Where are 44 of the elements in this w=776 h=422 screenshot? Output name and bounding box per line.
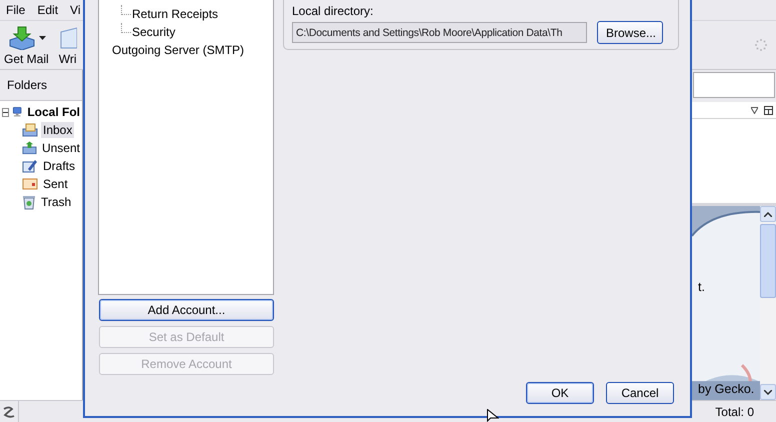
column-picker-icon (764, 106, 773, 114)
scroll-down-button[interactable] (760, 384, 776, 400)
collapse-toggle[interactable] (2, 108, 9, 116)
search-field[interactable] (693, 72, 775, 98)
mouse-pointer-icon (487, 409, 499, 422)
minus-icon (3, 110, 8, 114)
status-total: Total: 0 (715, 404, 754, 418)
envelope-icon (22, 178, 38, 190)
inbox-icon (22, 123, 38, 137)
account-tree-item[interactable]: Security (132, 25, 176, 39)
directory-field[interactable]: C:\Documents and Settings\Rob Moore\Application Data\Th (292, 22, 587, 43)
preview-footer-text: by Gecko. (698, 382, 754, 396)
sort-icon (751, 106, 758, 114)
toolbar-button[interactable]: Wri (58, 26, 77, 66)
scroll-thumb[interactable] (760, 224, 776, 298)
toolbar-button[interactable]: Get Mail (4, 26, 49, 66)
folder-item[interactable]: Trash (39, 194, 74, 210)
account-button[interactable]: Add Account... (99, 299, 274, 321)
dialog-button[interactable]: Cancel (606, 382, 674, 404)
outbox-icon (22, 141, 37, 155)
spinner-icon (754, 38, 768, 52)
preview-text: t. (698, 280, 705, 294)
account-tree-item[interactable]: Return Receipts (132, 7, 218, 21)
menu-item[interactable]: File (6, 3, 26, 17)
trash-icon (22, 194, 36, 210)
compose-icon (58, 26, 77, 50)
folder-item[interactable]: Inbox (41, 122, 74, 138)
folder-item[interactable]: Drafts (41, 158, 78, 174)
menu-item[interactable]: Edit (37, 3, 58, 17)
download-tray-icon (6, 26, 37, 50)
folder-item[interactable]: Unsent (40, 140, 82, 156)
activity-icon (3, 406, 15, 418)
folder-item[interactable]: Local Fol (25, 104, 82, 120)
scroll-up-button[interactable] (760, 206, 776, 222)
account-tree[interactable]: Return Receipts Security Outgoing Server (SMTP) (98, 0, 274, 295)
menu-item[interactable]: Vi (70, 3, 80, 17)
field-label: Local directory: (292, 4, 374, 18)
pane-title: Folders (7, 78, 48, 92)
account-tree-item[interactable]: Outgoing Server (SMTP) (112, 43, 244, 57)
caret-icon (38, 36, 46, 40)
dialog-button[interactable]: OK (526, 382, 594, 404)
drafts-icon (22, 159, 38, 173)
folder-item[interactable]: Sent (41, 176, 70, 192)
browse-button[interactable]: Browse... (597, 21, 663, 44)
